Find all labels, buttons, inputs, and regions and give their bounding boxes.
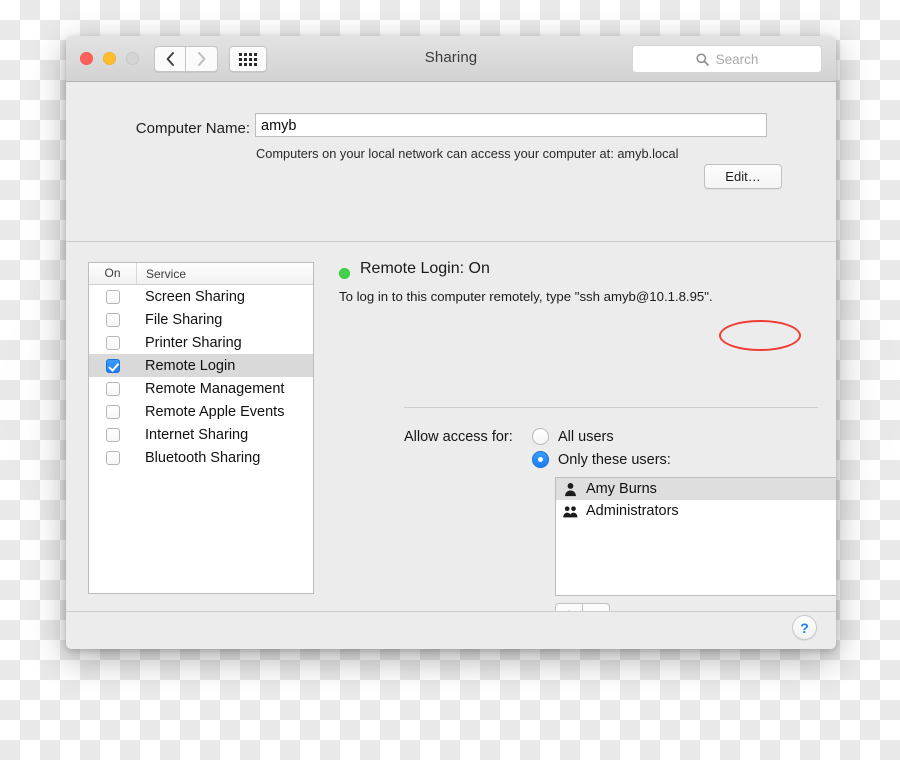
computer-name-help-text: Computers on your local network can acce… xyxy=(256,146,679,161)
service-row-file-sharing[interactable]: File Sharing xyxy=(89,308,313,331)
search-placeholder-text: Search xyxy=(715,51,759,67)
service-row-bluetooth-sharing[interactable]: Bluetooth Sharing xyxy=(89,446,313,469)
search-field[interactable]: Search xyxy=(632,45,822,73)
radio-label-all-users: All users xyxy=(558,428,614,445)
list-item-label: Amy Burns xyxy=(586,481,657,497)
list-item[interactable]: Amy Burns xyxy=(556,478,836,500)
ssh-instruction-text: To log in to this computer remotely, typ… xyxy=(339,289,713,304)
service-checkbox-cell xyxy=(89,450,136,465)
service-checkbox-cell xyxy=(89,358,136,373)
service-row-printer-sharing[interactable]: Printer Sharing xyxy=(89,331,313,354)
service-checkbox-cell xyxy=(89,312,136,327)
service-row-remote-management[interactable]: Remote Management xyxy=(89,377,313,400)
allowed-users-list[interactable]: Amy Burns Administrators xyxy=(555,477,836,596)
checkbox-printer-sharing[interactable] xyxy=(105,335,120,350)
service-label: Printer Sharing xyxy=(145,334,242,351)
list-item-label: Administrators xyxy=(586,503,679,519)
checkbox-remote-management[interactable] xyxy=(105,381,120,396)
remote-login-status-title: Remote Login: On xyxy=(360,260,490,277)
preferences-content: Computer Name: amyb Computers on your lo… xyxy=(66,82,836,649)
search-icon xyxy=(696,52,709,66)
window-titlebar: Sharing Search xyxy=(66,36,836,82)
services-table[interactable]: On Service Screen Sharing File Sharing Pri… xyxy=(88,262,314,594)
computer-name-label: Computer Name: xyxy=(135,120,250,137)
section-divider-middle xyxy=(404,407,818,408)
checkbox-internet-sharing[interactable] xyxy=(105,427,120,442)
section-divider-top xyxy=(66,241,836,242)
column-header-service: Service xyxy=(146,266,187,281)
service-checkbox-cell xyxy=(89,289,136,304)
service-row-remote-apple-events[interactable]: Remote Apple Events xyxy=(89,400,313,423)
computer-name-section: Computer Name: amyb Computers on your lo… xyxy=(66,82,836,197)
checkbox-file-sharing[interactable] xyxy=(105,312,120,327)
window-bottom-bar: ? xyxy=(66,611,836,649)
radio-option-all-users[interactable]: All users xyxy=(532,428,614,445)
red-ellipse-annotation xyxy=(719,320,801,351)
service-label: Screen Sharing xyxy=(145,288,245,305)
checkbox-remote-apple-events[interactable] xyxy=(105,404,120,419)
person-icon xyxy=(565,482,576,496)
service-label: Remote Apple Events xyxy=(145,403,285,420)
computer-name-input[interactable]: amyb xyxy=(255,113,767,137)
list-item[interactable]: Administrators xyxy=(556,500,836,522)
column-header-on: On xyxy=(89,263,137,284)
service-checkbox-cell xyxy=(89,427,136,442)
allow-access-label: Allow access for: xyxy=(404,429,513,445)
radio-label-only-these-users: Only these users: xyxy=(558,451,671,468)
help-button[interactable]: ? xyxy=(792,615,817,640)
service-row-internet-sharing[interactable]: Internet Sharing xyxy=(89,423,313,446)
service-row-remote-login[interactable]: Remote Login xyxy=(89,354,313,377)
checkbox-bluetooth-sharing[interactable] xyxy=(105,450,120,465)
radio-button-all-users[interactable] xyxy=(532,428,549,445)
service-checkbox-cell xyxy=(89,404,136,419)
service-label: Remote Login xyxy=(145,357,236,374)
service-row-screen-sharing[interactable]: Screen Sharing xyxy=(89,285,313,308)
service-label: Bluetooth Sharing xyxy=(145,449,261,466)
checkbox-screen-sharing[interactable] xyxy=(105,289,120,304)
service-label: Remote Management xyxy=(145,380,285,397)
radio-option-only-these-users[interactable]: Only these users: xyxy=(532,451,671,468)
radio-button-only-these-users[interactable] xyxy=(532,451,549,468)
service-checkbox-cell xyxy=(89,381,136,396)
group-icon xyxy=(563,505,578,517)
service-checkbox-cell xyxy=(89,335,136,350)
service-label: Internet Sharing xyxy=(145,426,249,443)
sharing-preferences-window: Sharing Search Computer Name: amyb Compu… xyxy=(66,36,836,649)
status-indicator-dot xyxy=(339,268,350,279)
service-label: File Sharing xyxy=(145,311,223,328)
edit-button[interactable]: Edit… xyxy=(704,164,782,189)
services-table-header: On Service xyxy=(89,263,313,285)
checkbox-remote-login[interactable] xyxy=(105,358,120,373)
